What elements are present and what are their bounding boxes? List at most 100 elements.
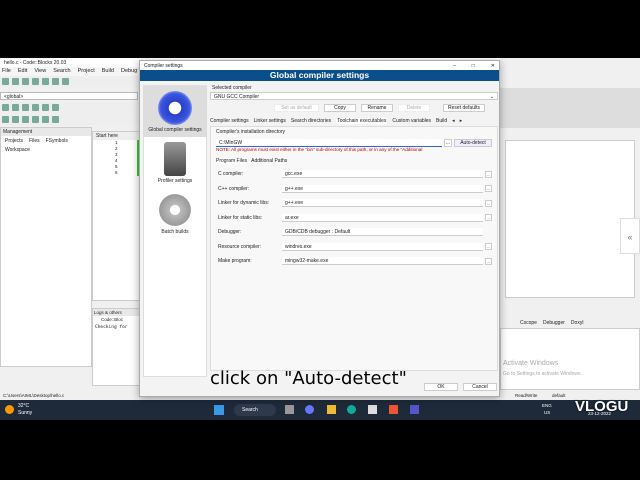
line-numbers: 123456 [93, 140, 139, 176]
selected-compiler-select[interactable]: GNU GCC Compiler ⌄ [210, 92, 498, 100]
auto-detect-button[interactable]: Auto-detect [454, 139, 492, 147]
status-default: default [552, 393, 566, 398]
dynamic-linker-input[interactable]: g++.exe [282, 199, 483, 208]
tab-toolchain-executables[interactable]: Toolchain executables [336, 118, 388, 124]
file-explorer-icon[interactable] [327, 405, 336, 414]
install-dir-input[interactable]: C:\MinGW [216, 139, 442, 147]
menu-debug[interactable]: Debug [121, 68, 137, 75]
settings-sidebar: Global compiler settings Profiler settin… [143, 85, 207, 377]
tab-scroll-right-icon[interactable]: ▸ [460, 118, 463, 124]
install-dir-label: Compiler's installation directory [216, 129, 286, 135]
region[interactable]: US [544, 410, 550, 415]
sidebar-item-profiler[interactable]: Profiler settings [144, 137, 206, 188]
weather-temp[interactable]: 32°C [18, 403, 29, 409]
menu-search[interactable]: Search [53, 68, 70, 75]
tab-search-directories[interactable]: Search directories [291, 118, 331, 124]
tab-linker-settings[interactable]: Linker settings [254, 118, 286, 124]
taskbar: 32°C Sunny Search ENG US 23-12-2022 [0, 400, 640, 420]
make-program-input[interactable]: mingw32-make.exe [282, 257, 483, 266]
minimize-icon[interactable]: – [453, 63, 456, 69]
weather-condition[interactable]: Sunny [18, 410, 32, 416]
windows-start-icon[interactable] [214, 405, 224, 415]
program-row-c-compiler: C compiler: gcc.exe… [218, 167, 492, 182]
compiler-tabs: Compiler settings Linker settings Search… [210, 118, 498, 124]
cpp-compiler-input[interactable]: g++.exe [282, 184, 483, 193]
subtab-additional-paths[interactable]: Additional Paths [251, 158, 287, 164]
desktop-screen: hello.c - Code::Blocks 20.03 File Edit V… [0, 58, 640, 420]
dialog-banner: Global compiler settings [140, 70, 499, 81]
app-icon[interactable] [410, 405, 419, 414]
reset-defaults-button[interactable]: Reset defaults [443, 104, 485, 112]
tab-custom-variables[interactable]: Custom variables [392, 118, 431, 124]
browse-button[interactable]: … [485, 257, 492, 265]
cancel-button[interactable]: Cancel [463, 383, 497, 391]
browse-button[interactable]: … [485, 243, 492, 251]
task-view-icon[interactable] [285, 405, 294, 414]
sidebar-item-batch-builds[interactable]: Batch builds [144, 188, 206, 239]
line-number: 6 [115, 170, 118, 175]
c-compiler-input[interactable]: gcc.exe [282, 170, 483, 179]
taskbar-search[interactable]: Search [234, 404, 276, 416]
sidebar-item-global-compiler[interactable]: Global compiler settings [144, 86, 206, 137]
browse-install-dir-button[interactable]: ... [443, 139, 452, 147]
language[interactable]: ENG [542, 403, 552, 408]
logs-title: Logs & others [93, 309, 139, 316]
ok-button[interactable]: OK [424, 383, 458, 391]
tab-files[interactable]: Files [29, 138, 40, 144]
edge-icon[interactable] [347, 405, 356, 414]
browse-button[interactable]: … [485, 214, 492, 222]
logs-tab-codeblocks[interactable]: Code::Bloc [93, 316, 139, 323]
menu-edit[interactable]: Edit [18, 68, 27, 75]
tab-cscope[interactable]: Cscope [520, 320, 537, 326]
profiler-icon [164, 142, 186, 176]
subtab-program-files[interactable]: Program Files [216, 158, 248, 164]
program-label: Resource compiler: [218, 243, 262, 250]
set-as-default-button[interactable]: Set as default [274, 104, 319, 112]
browse-button[interactable]: … [485, 185, 492, 193]
chat-icon[interactable] [305, 405, 314, 414]
delete-button[interactable]: Delete [398, 104, 430, 112]
menu-view[interactable]: View [34, 68, 46, 75]
maximize-icon[interactable]: □ [472, 63, 475, 69]
program-row-make: Make program: mingw32-make.exe… [218, 254, 492, 269]
menu-file[interactable]: File [2, 68, 11, 75]
tab-compiler-settings[interactable]: Compiler settings [210, 118, 249, 124]
copy-button[interactable]: Copy [324, 104, 356, 112]
tab-scroll-left-icon[interactable]: ◂ [452, 118, 455, 124]
tab-fsymbols[interactable]: FSymbols [46, 138, 68, 144]
tab-doxyblocks[interactable]: Doxyl [571, 320, 584, 326]
activate-windows-title: Activate Windows [503, 360, 559, 367]
compiler-settings-dialog: Compiler settings – □ ✕ Global compiler se… [139, 60, 500, 397]
debugger-select[interactable]: GDB/CDB debugger : Default [282, 228, 483, 237]
browse-button[interactable]: … [485, 170, 492, 178]
tab-projects[interactable]: Projects [5, 138, 23, 144]
close-icon[interactable]: ✕ [491, 63, 495, 69]
program-row-cpp-compiler: C++ compiler: g++.exe… [218, 182, 492, 197]
static-linker-input[interactable]: ar.exe [282, 213, 483, 222]
logs-panel: Logs & others Code::Bloc Checking for [92, 308, 140, 386]
browse-button[interactable]: … [485, 199, 492, 207]
code-toolbar[interactable] [0, 102, 140, 113]
management-panel: Management Projects Files FSymbols Works… [0, 127, 92, 367]
editor-tab-start-here[interactable]: Start here [93, 132, 139, 140]
debug-toolbar[interactable] [0, 114, 140, 125]
rename-button[interactable]: Rename [361, 104, 393, 112]
resource-compiler-input[interactable]: windres.exe [282, 242, 483, 251]
sidebar-label: Profiler settings [157, 178, 193, 184]
chevron-down-icon: ⌄ [489, 94, 494, 100]
tab-build[interactable]: Build [436, 118, 447, 124]
menu-build[interactable]: Build [102, 68, 114, 75]
main-toolbar[interactable] [0, 76, 140, 87]
chevron-left-icon[interactable]: « [620, 218, 640, 254]
store-icon[interactable] [368, 405, 377, 414]
codeblocks-icon[interactable] [389, 405, 398, 414]
editor-panel[interactable]: Start here 123456 [92, 131, 140, 301]
scope-select[interactable]: <global> [0, 92, 138, 100]
menu-project[interactable]: Project [78, 68, 95, 75]
workspace-item[interactable]: Workspace [1, 146, 91, 154]
video-caption: click on "Auto-detect" [210, 368, 407, 389]
tab-debugger[interactable]: Debugger [543, 320, 565, 326]
selected-compiler-label: Selected compiler [212, 85, 252, 91]
sidebar-label: Global compiler settings [148, 127, 202, 133]
compiler-main: Selected compiler GNU GCC Compiler ⌄ Set … [210, 85, 498, 371]
